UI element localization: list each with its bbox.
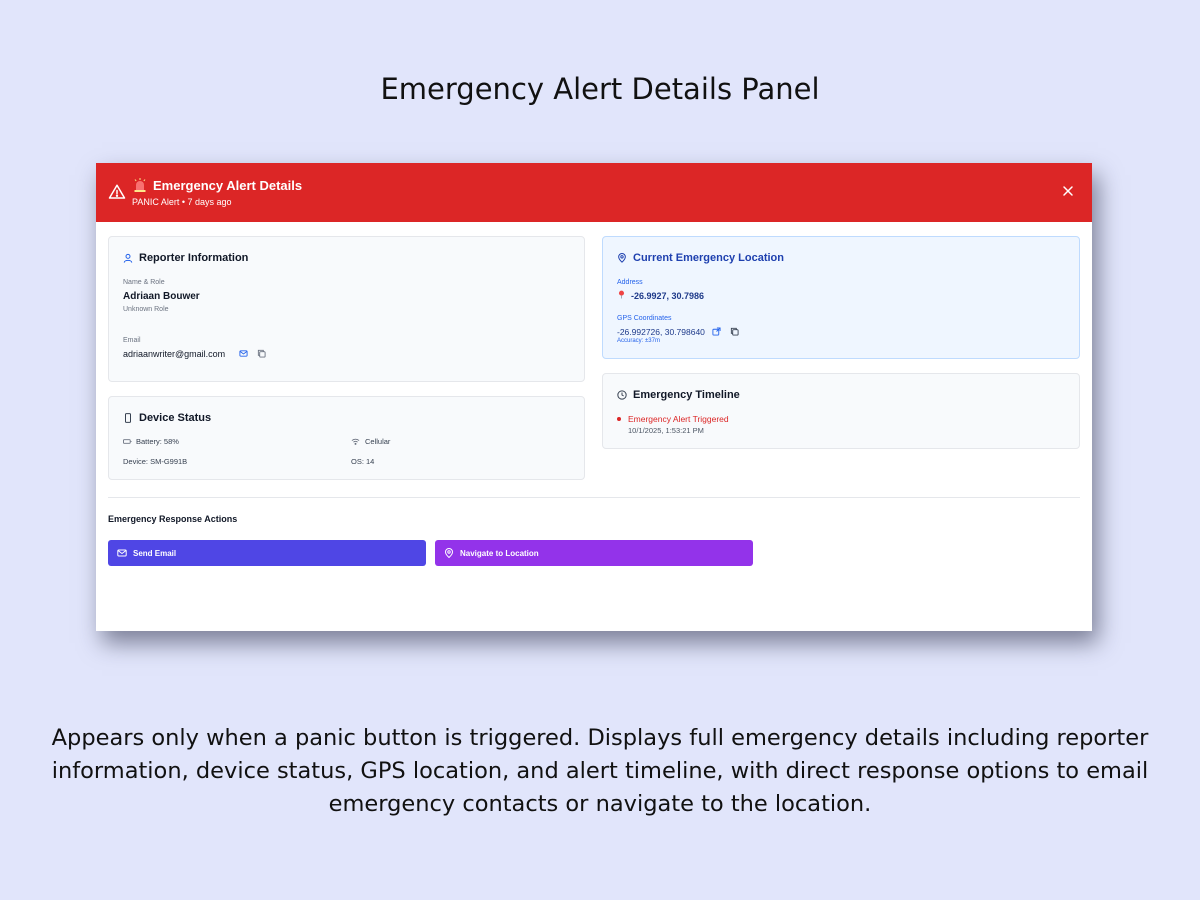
user-icon — [123, 253, 133, 263]
timeline-card: Emergency Timeline Emergency Alert Trigg… — [602, 373, 1080, 449]
reporter-card: Reporter Information Name & Role Adriaan… — [108, 236, 585, 382]
red-pin-icon — [618, 290, 625, 299]
location-card: Current Emergency Location Address -26.9… — [602, 236, 1080, 359]
device-card: Device Status Battery: 58% Cellular Devi… — [108, 396, 585, 480]
name-label: Name & Role — [123, 279, 165, 286]
email-label: Email — [123, 337, 141, 344]
copy-icon[interactable] — [730, 327, 739, 336]
reporter-title: Reporter Information — [123, 252, 248, 264]
siren-icon — [134, 178, 146, 192]
address-label: Address — [617, 279, 643, 286]
modal-subtitle: PANIC Alert • 7 days ago — [132, 197, 232, 207]
copy-icon[interactable] — [257, 349, 266, 358]
battery-icon — [123, 439, 132, 444]
navigate-to-location-button[interactable]: Navigate to Location — [435, 540, 753, 566]
network-status: Cellular — [365, 437, 391, 446]
gps-value: -26.992726, 30.798640 — [617, 327, 705, 337]
timeline-title-text: Emergency Timeline — [633, 389, 740, 401]
reporter-title-text: Reporter Information — [139, 252, 249, 264]
map-pin-icon — [444, 548, 454, 558]
send-email-label: Send Email — [133, 548, 177, 558]
clock-icon — [617, 390, 627, 400]
timeline-event-label: Emergency Alert Triggered — [628, 414, 729, 424]
close-icon[interactable] — [1062, 185, 1074, 197]
location-title: Current Emergency Location — [617, 252, 784, 264]
os-version: OS: 14 — [351, 457, 375, 466]
map-pin-icon — [618, 253, 626, 263]
phone-icon — [125, 413, 131, 423]
page-heading: Emergency Alert Details Panel — [380, 72, 820, 106]
warning-triangle-icon — [108, 184, 126, 199]
divider — [108, 497, 1080, 498]
device-title: Device Status — [123, 412, 211, 424]
send-email-button[interactable]: Send Email — [108, 540, 426, 566]
address-value: -26.9927, 30.7986 — [631, 291, 705, 301]
reporter-email: adriaanwriter@gmail.com — [123, 349, 226, 359]
modal-header: Emergency Alert Details PANIC Alert • 7 … — [96, 163, 1092, 222]
reporter-role: Unknown Role — [123, 306, 169, 313]
timeline-dot — [617, 417, 621, 421]
mail-icon — [117, 549, 127, 557]
modal-title: Emergency Alert Details — [153, 178, 303, 193]
gps-label: GPS Coordinates — [617, 315, 672, 322]
wifi-icon — [351, 438, 360, 445]
mail-icon[interactable] — [239, 349, 248, 358]
battery-status: Battery: 58% — [136, 437, 179, 446]
actions-title: Emergency Response Actions — [108, 514, 238, 524]
navigate-label: Navigate to Location — [460, 548, 539, 558]
external-link-icon[interactable] — [712, 327, 721, 336]
gps-accuracy: Accuracy: ±37m — [617, 338, 660, 344]
emergency-alert-modal: Emergency Alert Details PANIC Alert • 7 … — [96, 163, 1092, 631]
timeline-event-time: 10/1/2025, 1:53:21 PM — [628, 426, 704, 435]
location-title-text: Current Emergency Location — [633, 252, 784, 264]
reporter-name: Adriaan Bouwer — [123, 291, 200, 302]
page-description: Appears only when a panic button is trig… — [51, 725, 1149, 817]
timeline-title: Emergency Timeline — [617, 389, 740, 401]
device-model: Device: SM-G991B — [123, 457, 188, 466]
device-title-text: Device Status — [139, 412, 212, 424]
